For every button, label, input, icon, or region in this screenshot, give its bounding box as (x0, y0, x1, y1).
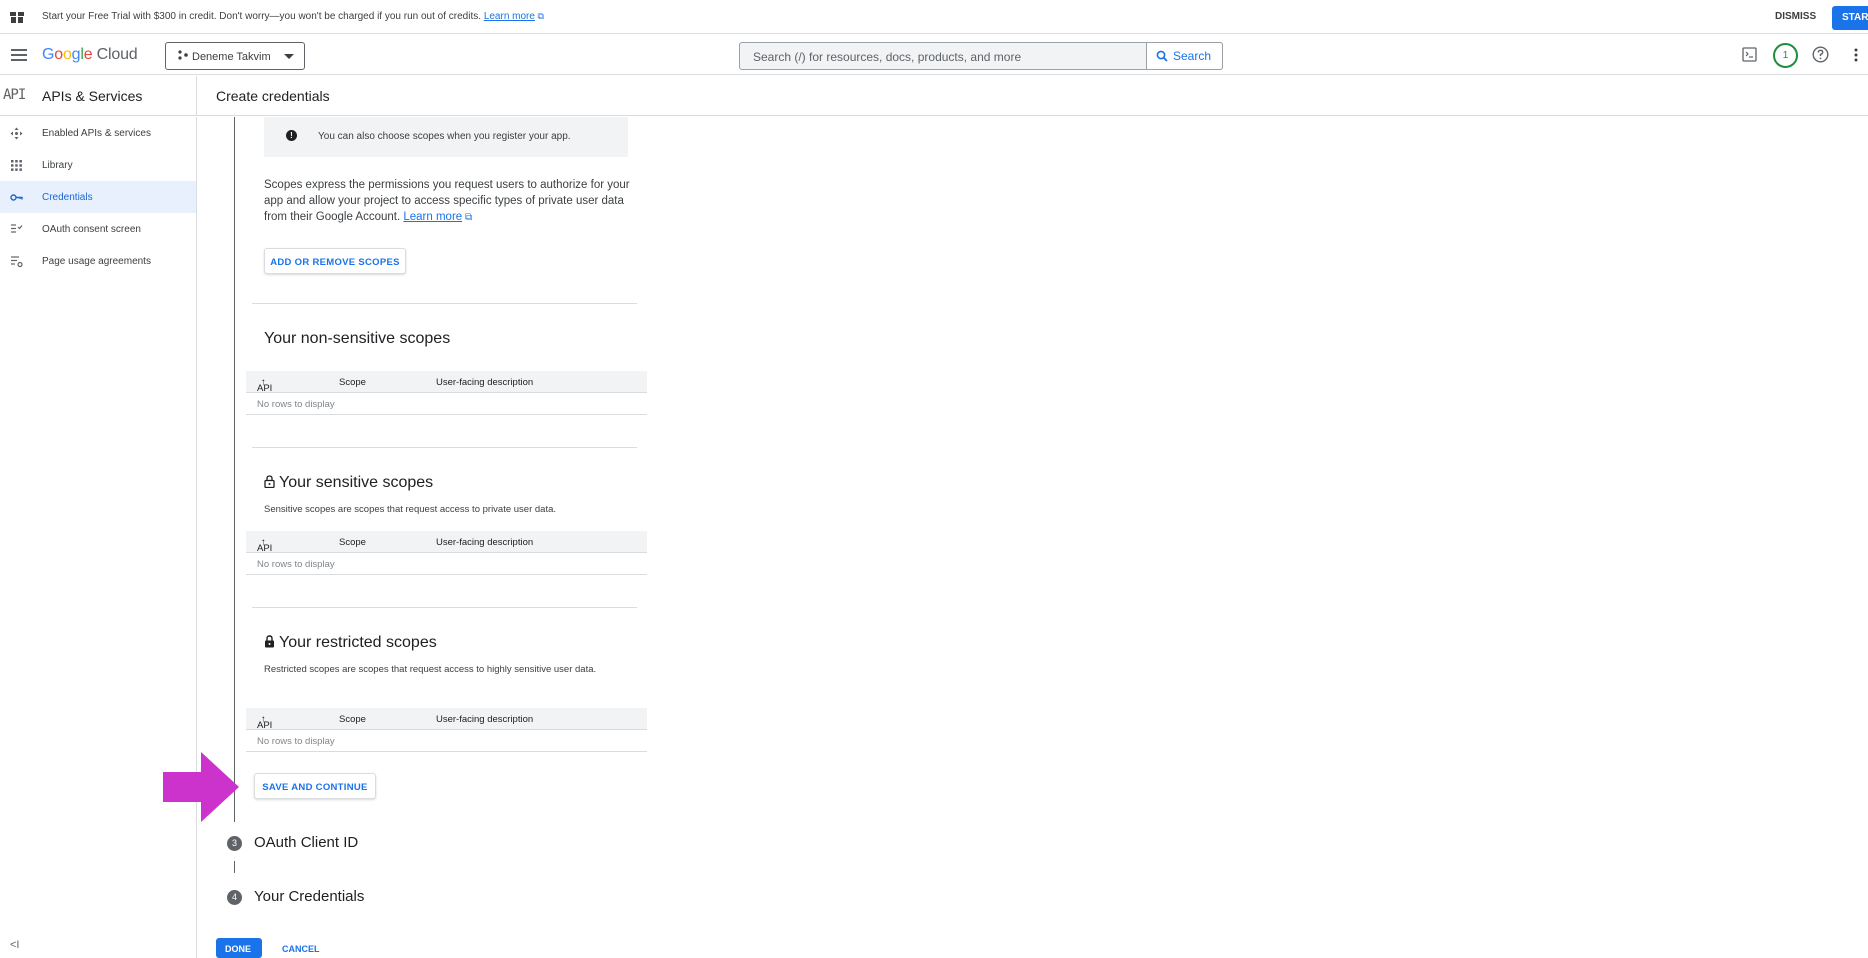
project-selector[interactable]: Deneme Takvim (165, 42, 305, 70)
key-icon (10, 194, 23, 201)
restricted-scopes-table: API ↑ Scope User-facing description No r… (246, 708, 647, 752)
table-header: API ↑ Scope User-facing description (246, 708, 647, 731)
dismiss-button[interactable]: DISMISS (1775, 11, 1816, 22)
save-and-continue-button[interactable]: SAVE AND CONTINUE (254, 773, 376, 799)
agreements-icon (11, 256, 23, 268)
project-icon (178, 50, 188, 60)
add-remove-scopes-button[interactable]: ADD OR REMOVE SCOPES (264, 248, 406, 274)
sensitive-scopes-title: Your sensitive scopes (264, 474, 433, 492)
info-icon: ! (286, 130, 297, 141)
stepper-connector (234, 861, 235, 873)
search-button[interactable]: Search (1146, 42, 1223, 70)
banner-message: Start your Free Trial with $300 in credi… (42, 11, 544, 22)
cloud-shell-icon[interactable] (1742, 47, 1757, 62)
collapse-sidebar-button[interactable]: <I (10, 939, 19, 951)
library-icon (11, 160, 22, 171)
more-vert-icon[interactable] (1854, 48, 1858, 62)
search-input[interactable]: Search (/) for resources, docs, products… (739, 42, 1223, 70)
page-title: Create credentials (216, 88, 330, 104)
lock-icon (265, 635, 274, 648)
scope-column-header[interactable]: Scope (339, 714, 366, 725)
restricted-scopes-title: Your restricted scopes (264, 634, 437, 652)
table-row: No rows to display (246, 730, 647, 752)
notifications-badge[interactable]: 1 (1773, 43, 1798, 68)
table-row: No rows to display (246, 393, 647, 415)
gift-icon (10, 12, 24, 23)
cancel-button[interactable]: CANCEL (282, 944, 320, 954)
table-header: API ↑ Scope User-facing description (246, 371, 647, 394)
sidebar-item-library[interactable]: Library (0, 149, 196, 181)
description-column-header[interactable]: User-facing description (436, 377, 533, 388)
enabled-apis-icon (10, 127, 23, 140)
scope-column-header[interactable]: Scope (339, 377, 366, 388)
step-label: Your Credentials (254, 888, 365, 905)
api-column-header[interactable]: API ↑ (257, 537, 272, 554)
api-column-header[interactable]: API ↑ (257, 377, 272, 394)
sidebar-item-enabled-apis[interactable]: Enabled APIs & services (0, 117, 196, 149)
service-title: APIs & Services (42, 88, 143, 104)
menu-icon[interactable] (11, 49, 27, 61)
scope-column-header[interactable]: Scope (339, 537, 366, 548)
info-callout: ! You can also choose scopes when you re… (264, 117, 628, 157)
scopes-description: Scopes express the permissions you reque… (264, 179, 630, 223)
step-number: 4 (227, 890, 242, 905)
sidebar-item-credentials[interactable]: Credentials (0, 181, 196, 213)
description-column-header[interactable]: User-facing description (436, 537, 533, 548)
header-divider (196, 76, 197, 116)
sidebar: Enabled APIs & services Library Credenti… (0, 117, 197, 958)
sensitive-scopes-table: API ↑ Scope User-facing description No r… (246, 531, 647, 575)
search-icon (1156, 50, 1168, 62)
non-sensitive-scopes-title: Your non-sensitive scopes (264, 330, 451, 347)
top-bar: Google Cloud Deneme Takvim Search (/) fo… (0, 35, 1868, 75)
section-divider (252, 607, 637, 608)
banner-learn-more-link[interactable]: Learn more (484, 11, 535, 22)
section-divider (252, 303, 637, 304)
description-column-header[interactable]: User-facing description (436, 714, 533, 725)
table-header: API ↑ Scope User-facing description (246, 531, 647, 554)
service-header: API APIs & Services Create credentials (0, 76, 1868, 116)
stepper-line (234, 117, 235, 822)
external-link-icon: ⧉ (462, 212, 473, 223)
restricted-scopes-description: Restricted scopes are scopes that reques… (264, 664, 597, 675)
section-divider (252, 447, 637, 448)
step-label: OAuth Client ID (254, 834, 359, 851)
help-icon[interactable] (1812, 46, 1829, 63)
step-number: 3 (227, 836, 242, 851)
trial-banner: Start your Free Trial with $300 in credi… (0, 0, 1868, 34)
sidebar-item-page-usage-agreements[interactable]: Page usage agreements (0, 245, 196, 277)
sidebar-item-oauth-consent[interactable]: OAuth consent screen (0, 213, 196, 245)
consent-icon (11, 224, 23, 233)
google-cloud-logo[interactable]: Google Cloud (42, 46, 138, 64)
sensitive-scopes-description: Sensitive scopes are scopes that request… (264, 504, 557, 515)
annotation-arrow (163, 752, 239, 822)
api-column-header[interactable]: API ↑ (257, 714, 272, 731)
non-sensitive-scopes-table: API ↑ Scope User-facing description No r… (246, 371, 647, 415)
done-button[interactable]: DONE (216, 938, 262, 958)
scopes-learn-more-link[interactable]: Learn more (403, 211, 462, 223)
chevron-down-icon (284, 54, 294, 59)
lock-open-icon (264, 475, 275, 488)
start-trial-button[interactable]: START (1832, 6, 1868, 30)
table-row: No rows to display (246, 553, 647, 575)
external-link-icon: ⧉ (534, 11, 544, 21)
api-icon: API (3, 87, 26, 103)
